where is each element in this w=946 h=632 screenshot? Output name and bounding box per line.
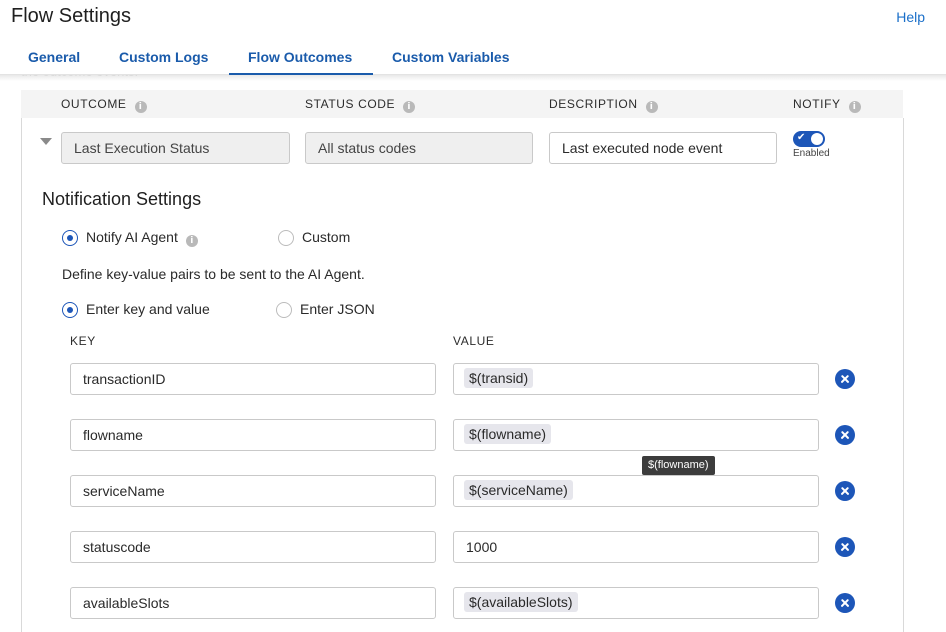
value-input[interactable]: $(transid) [453, 363, 819, 395]
key-column-header: KEY [70, 334, 96, 348]
column-header-outcome: OUTCOME i [61, 97, 147, 113]
info-icon[interactable]: i [403, 101, 416, 113]
info-icon[interactable]: i [645, 101, 658, 113]
page-title: Flow Settings [11, 5, 132, 27]
key-input[interactable]: flowname [70, 419, 436, 451]
status-code-field: All status codes [305, 132, 533, 164]
key-input[interactable]: statuscode [70, 531, 436, 563]
tab-bar: General Custom Logs Flow Outcomes Custom… [0, 44, 946, 75]
info-icon[interactable]: i [134, 101, 147, 113]
variable-chip: $(transid) [464, 368, 534, 388]
description-field[interactable]: Last executed node event [549, 132, 777, 164]
page-header: Flow Settings Help [0, 0, 946, 44]
close-circle-icon[interactable] [835, 593, 855, 613]
tab-flow-outcomes[interactable]: Flow Outcomes [248, 49, 352, 65]
value-input[interactable]: 1000 [453, 531, 819, 563]
variable-chip: $(flowname) [464, 424, 552, 444]
radio-label-enter-key-value[interactable]: Enter key and value [86, 301, 210, 317]
column-header-notify: NOTIFY i [793, 97, 861, 113]
check-icon: ✔ [797, 132, 806, 143]
radio-label-enter-json[interactable]: Enter JSON [300, 301, 375, 317]
radio-label-custom[interactable]: Custom [302, 229, 350, 245]
radio-notify-ai-agent[interactable] [62, 230, 78, 246]
column-header-description: DESCRIPTION i [549, 97, 658, 113]
radio-enter-json[interactable] [276, 302, 292, 318]
close-circle-icon[interactable] [835, 369, 855, 389]
key-input[interactable]: availableSlots [70, 587, 436, 619]
tab-custom-logs[interactable]: Custom Logs [119, 49, 208, 65]
caret-down-icon[interactable] [40, 138, 52, 145]
notify-toggle-label: Enabled [793, 148, 830, 159]
close-circle-icon[interactable] [835, 481, 855, 501]
value-input[interactable]: $(serviceName) [453, 475, 819, 507]
notification-settings-title: Notification Settings [42, 189, 202, 209]
value-column-header: VALUE [453, 334, 495, 348]
radio-label-notify-ai-agent[interactable]: Notify AI Agent i [86, 229, 198, 247]
close-circle-icon[interactable] [835, 537, 855, 557]
radio-custom[interactable] [278, 230, 294, 246]
variable-chip: $(serviceName) [464, 480, 573, 500]
value-input[interactable]: $(flowname) [453, 419, 819, 451]
help-link[interactable]: Help [896, 9, 925, 25]
variable-chip: $(availableSlots) [464, 592, 578, 612]
tab-custom-variables[interactable]: Custom Variables [392, 49, 510, 65]
scroll-shadow [0, 75, 946, 81]
notify-toggle[interactable]: ✔ [793, 131, 825, 147]
info-icon[interactable]: i [185, 235, 198, 247]
tab-general[interactable]: General [28, 49, 80, 65]
toggle-knob [811, 133, 823, 145]
info-icon[interactable]: i [848, 101, 861, 113]
value-tooltip: $(flowname) [642, 456, 715, 475]
radio-enter-key-value[interactable] [62, 302, 78, 318]
close-circle-icon[interactable] [835, 425, 855, 445]
outcome-field: Last Execution Status [61, 132, 290, 164]
define-pairs-text: Define key-value pairs to be sent to the… [62, 266, 365, 282]
key-input[interactable]: serviceName [70, 475, 436, 507]
column-header-status-code: STATUS CODE i [305, 97, 416, 113]
outcomes-table-header: OUTCOME i STATUS CODE i DESCRIPTION i NOTIF… [21, 90, 903, 118]
key-input[interactable]: transactionID [70, 363, 436, 395]
value-input[interactable]: $(availableSlots) [453, 587, 819, 619]
